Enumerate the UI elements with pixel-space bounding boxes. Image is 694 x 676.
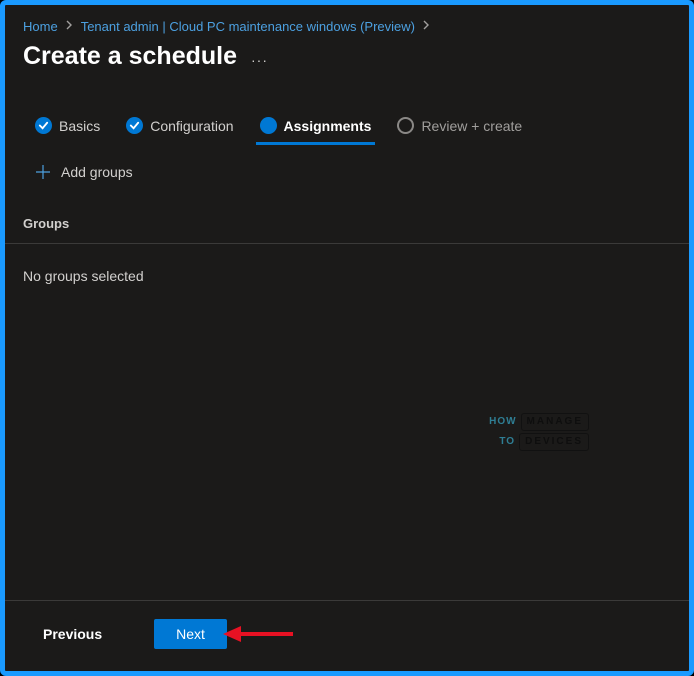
filled-circle-icon [260,117,277,134]
groups-column-header: Groups [23,216,671,239]
add-groups-button[interactable]: Add groups [23,164,671,180]
chevron-right-icon [66,20,73,33]
divider [5,243,689,244]
tab-assignments[interactable]: Assignments [260,111,372,144]
wizard-footer: Previous Next [5,600,689,671]
wizard-tabs: Basics Configuration Assignments Review … [23,111,671,144]
tab-label: Assignments [284,118,372,134]
next-button[interactable]: Next [154,619,227,649]
plus-icon [35,164,51,180]
tab-label: Basics [59,118,100,134]
tab-label: Review + create [421,118,522,134]
groups-empty-message: No groups selected [23,268,671,284]
check-circle-icon [35,117,52,134]
breadcrumb: Home Tenant admin | Cloud PC maintenance… [23,19,671,34]
check-circle-icon [126,117,143,134]
chevron-right-icon [423,20,430,33]
tab-basics[interactable]: Basics [35,111,100,144]
breadcrumb-home[interactable]: Home [23,19,58,34]
annotation-arrow-icon [223,623,295,645]
previous-button[interactable]: Previous [35,620,110,648]
add-groups-label: Add groups [61,164,133,180]
tab-label: Configuration [150,118,233,134]
watermark: HOW MANAGE TO DEVICES [489,413,589,451]
breadcrumb-section[interactable]: Tenant admin | Cloud PC maintenance wind… [81,19,415,34]
page-title: Create a schedule [23,42,237,71]
tab-review-create[interactable]: Review + create [397,111,522,144]
empty-circle-icon [397,117,414,134]
tab-configuration[interactable]: Configuration [126,111,233,144]
more-actions-button[interactable]: ··· [251,46,268,68]
